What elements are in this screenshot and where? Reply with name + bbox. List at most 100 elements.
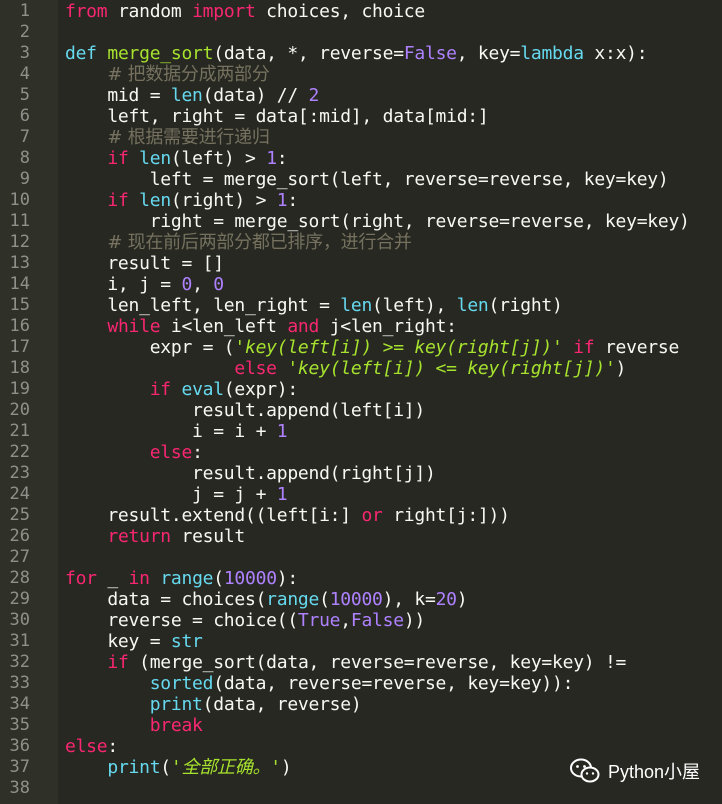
code-token: ) <box>280 757 292 778</box>
code-token: : <box>287 190 298 211</box>
line-number: 32 <box>9 652 30 672</box>
code-token: import <box>192 1 256 22</box>
code-token: expr = ( <box>65 337 235 358</box>
code-token: ), k= <box>382 589 436 610</box>
code-token: 0 <box>213 274 224 295</box>
code-line[interactable]: left = merge_sort(left, reverse=reverse,… <box>65 169 722 190</box>
code-token: ( <box>160 757 171 778</box>
code-line[interactable]: right = merge_sort(right, reverse=revers… <box>65 211 722 232</box>
code-line[interactable]: # 根据需要进行递归 <box>65 127 722 148</box>
code-line[interactable]: else 'key(left[i]) <= key(right[j])') <box>65 358 722 379</box>
line-number: 35 <box>9 715 30 735</box>
code-line[interactable]: if eval(expr): <box>65 379 722 400</box>
code-line[interactable]: data = choices(range(10000), k=20) <box>65 589 722 610</box>
code-line[interactable]: print(data, reverse) <box>65 694 722 715</box>
code-token: i<len_left <box>160 316 288 337</box>
code-line[interactable]: from random import choices, choice <box>65 1 722 22</box>
code-line[interactable]: def merge_sort(data, *, reverse=False, k… <box>65 43 722 64</box>
code-line[interactable]: break <box>65 715 722 736</box>
code-token: len <box>340 295 373 316</box>
code-token: True <box>297 610 341 631</box>
line-number: 11 <box>9 211 30 231</box>
code-line[interactable]: i, j = 0, 0 <box>65 274 722 295</box>
line-number: 13 <box>9 253 30 273</box>
code-token: break <box>149 715 203 736</box>
code-line[interactable]: result = [] <box>65 253 722 274</box>
code-line[interactable]: while i<len_left and j<len_right: <box>65 316 722 337</box>
line-number: 3 <box>19 43 30 63</box>
code-line[interactable]: # 现在前后两部分都已排序，进行合并 <box>65 232 722 253</box>
code-token: i, j = <box>65 274 182 295</box>
code-token: len <box>139 190 171 211</box>
code-line[interactable]: for _ in range(10000): <box>65 568 722 589</box>
code-token: reverse <box>594 337 680 358</box>
code-line[interactable]: sorted(data, reverse=reverse, key=key)): <box>65 673 722 694</box>
code-token: from <box>65 1 108 22</box>
code-line[interactable]: result.extend((left[i:] or right[j:])) <box>65 505 722 526</box>
code-token: 1 <box>276 421 288 442</box>
code-line[interactable] <box>65 547 722 568</box>
code-token: len <box>456 295 489 316</box>
code-line[interactable] <box>65 22 722 43</box>
code-line[interactable]: key = str <box>65 631 722 652</box>
code-line[interactable]: if (merge_sort(data, reverse=reverse, ke… <box>65 652 722 673</box>
code-line[interactable]: return result <box>65 526 722 547</box>
code-token: (right) <box>488 295 563 316</box>
code-area[interactable]: from random import choices, choice def me… <box>58 0 722 804</box>
code-line[interactable]: mid = len(data) // 2 <box>65 85 722 106</box>
code-line[interactable]: if len(right) > 1: <box>65 190 722 211</box>
line-number: 15 <box>9 295 30 315</box>
line-number: 17 <box>9 337 30 357</box>
code-token: 20 <box>435 589 457 610</box>
code-token: key = <box>65 631 171 652</box>
code-line[interactable]: expr = ('key(left[i]) >= key(right[j])' … <box>65 337 722 358</box>
code-token: if <box>149 379 171 400</box>
code-token: result.append(left[i]) <box>65 400 425 421</box>
code-token: return <box>107 526 171 547</box>
code-editor[interactable]: 1 2 3 4 5 6 7 8 9 10 11 12 13 14 15 16 17 18 19 20 21 22 23 24 2… <box>0 0 722 804</box>
wechat-icon <box>569 758 600 783</box>
code-token: (data) // <box>202 85 309 106</box>
code-line[interactable]: if len(left) > 1: <box>65 148 722 169</box>
code-token: (left) > <box>170 148 267 169</box>
code-line[interactable]: i = i + 1 <box>65 421 722 442</box>
code-line[interactable]: else: <box>65 442 722 463</box>
code-token: in <box>128 568 150 589</box>
code-token: 2 <box>308 85 320 106</box>
code-line[interactable]: left, right = data[:mid], data[mid:] <box>65 106 722 127</box>
code-line[interactable]: len_left, len_right = len(left), len(rig… <box>65 295 722 316</box>
code-line[interactable]: result.append(right[j]) <box>65 463 722 484</box>
code-line[interactable]: else: <box>65 736 722 757</box>
code-line[interactable]: j = j + 1 <box>65 484 722 505</box>
code-token: ( <box>319 589 330 610</box>
code-line[interactable]: # 把数据分成两部分 <box>65 64 722 85</box>
code-line[interactable]: reverse = choice((True,False)) <box>65 610 722 631</box>
code-token: , <box>340 610 351 631</box>
code-line[interactable]: result.append(left[i]) <box>65 400 722 421</box>
code-token: else <box>65 736 108 757</box>
line-number: 25 <box>9 505 30 525</box>
code-token: , key= <box>456 43 521 64</box>
code-token: 10000 <box>329 589 383 610</box>
line-number: 19 <box>9 379 30 399</box>
line-number: 33 <box>9 673 30 693</box>
code-token: while <box>107 316 161 337</box>
line-number: 36 <box>9 736 30 756</box>
line-number: 4 <box>19 64 30 84</box>
line-number-gutter: 1 2 3 4 5 6 7 8 9 10 11 12 13 14 15 16 17 18 19 20 21 22 23 24 2… <box>0 0 58 804</box>
code-token: random <box>107 1 193 22</box>
code-token: if <box>107 652 129 673</box>
code-token: range <box>266 589 320 610</box>
code-token: i = i + <box>65 421 277 442</box>
line-number: 38 <box>9 778 30 798</box>
